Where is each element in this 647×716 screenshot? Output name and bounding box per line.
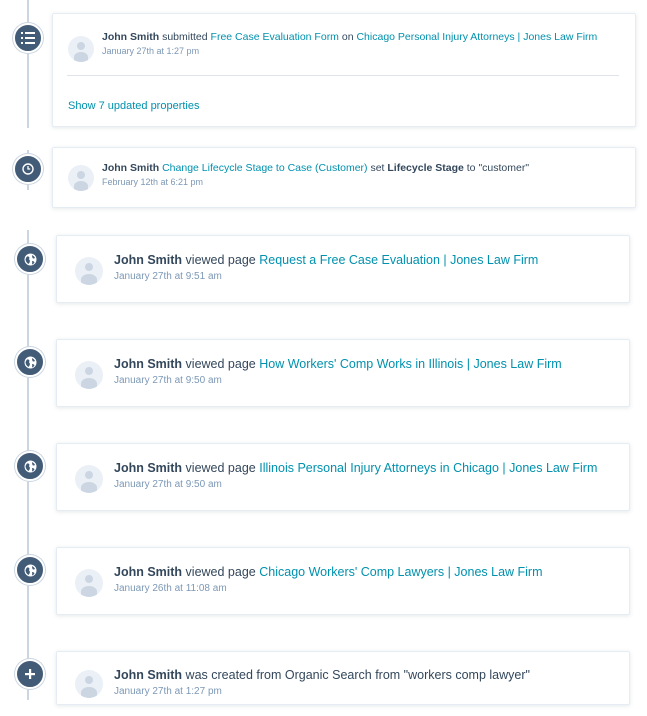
- avatar: [75, 257, 103, 285]
- actor-name: John Smith: [102, 31, 160, 43]
- event-verb: viewed page: [185, 357, 256, 371]
- avatar: [75, 465, 103, 493]
- event-line: John Smith viewed page Chicago Workers' …: [114, 565, 543, 579]
- clock-icon: [13, 154, 43, 184]
- event-line: John Smith was created from Organic Sear…: [114, 668, 530, 682]
- page-link[interactable]: Chicago Personal Injury Attorneys | Jone…: [356, 31, 597, 43]
- globe-icon: [15, 244, 45, 274]
- event-line: John Smith submitted Free Case Evaluatio…: [102, 31, 597, 43]
- event-verb: set: [370, 162, 385, 174]
- actor-name: John Smith: [114, 357, 183, 371]
- timeline-event-card: John Smith was created from Organic Sear…: [56, 651, 630, 705]
- form-icon: [13, 23, 43, 53]
- actor-name: John Smith: [114, 565, 183, 579]
- timeline-event-card: John Smith viewed page Chicago Workers' …: [56, 547, 630, 615]
- event-timestamp: January 27th at 9:50 am: [114, 375, 222, 386]
- actor-name: John Smith: [114, 461, 183, 475]
- event-verb: submitted: [162, 31, 208, 43]
- globe-icon: [15, 555, 45, 585]
- event-timestamp: January 27th at 9:51 am: [114, 271, 222, 282]
- event-timestamp: January 27th at 1:27 pm: [114, 686, 222, 697]
- event-timestamp: February 12th at 6:21 pm: [102, 177, 204, 187]
- event-timestamp: January 26th at 11:08 am: [114, 583, 227, 594]
- actor-name: John Smith: [114, 253, 183, 267]
- page-link[interactable]: How Workers' Comp Works in Illinois | Jo…: [259, 357, 561, 371]
- event-timestamp: January 27th at 1:27 pm: [102, 46, 200, 56]
- event-description: was created from Organic Search from "wo…: [185, 668, 530, 682]
- page-link[interactable]: Chicago Workers' Comp Lawyers | Jones La…: [259, 565, 542, 579]
- property-value: to "customer": [466, 162, 530, 174]
- event-line: John Smith Change Lifecycle Stage to Cas…: [102, 162, 529, 174]
- page-link[interactable]: Illinois Personal Injury Attorneys in Ch…: [259, 461, 597, 475]
- timeline-event-card: John Smith viewed page How Workers' Comp…: [56, 339, 630, 407]
- event-line: John Smith viewed page Request a Free Ca…: [114, 253, 538, 267]
- avatar: [68, 36, 94, 62]
- form-link[interactable]: Free Case Evaluation Form: [211, 31, 339, 43]
- page-link[interactable]: Request a Free Case Evaluation | Jones L…: [259, 253, 538, 267]
- timeline-event-card: John Smith Change Lifecycle Stage to Cas…: [52, 147, 636, 208]
- plus-icon: [15, 659, 45, 689]
- event-line: John Smith viewed page Illinois Personal…: [114, 461, 597, 475]
- event-timestamp: January 27th at 9:50 am: [114, 479, 222, 490]
- show-updated-properties-link[interactable]: Show 7 updated properties: [68, 100, 199, 112]
- event-verb: viewed page: [185, 461, 256, 475]
- actor-name: John Smith: [114, 668, 183, 682]
- avatar: [75, 569, 103, 597]
- event-connector: on: [341, 31, 354, 43]
- timeline-event-card: John Smith submitted Free Case Evaluatio…: [52, 13, 636, 127]
- timeline-event-card: John Smith viewed page Request a Free Ca…: [56, 235, 630, 303]
- workflow-action-link[interactable]: Change Lifecycle Stage to Case (Customer…: [162, 162, 367, 174]
- globe-icon: [15, 347, 45, 377]
- avatar: [75, 361, 103, 389]
- actor-name: John Smith: [102, 162, 160, 174]
- timeline-event-card: John Smith viewed page Illinois Personal…: [56, 443, 630, 511]
- event-verb: viewed page: [185, 565, 256, 579]
- event-line: John Smith viewed page How Workers' Comp…: [114, 357, 562, 371]
- event-verb: viewed page: [185, 253, 256, 267]
- globe-icon: [15, 451, 45, 481]
- divider: [67, 75, 619, 76]
- timeline-line: [27, 0, 29, 128]
- property-name: Lifecycle Stage: [387, 162, 464, 174]
- avatar: [68, 165, 94, 191]
- avatar: [75, 670, 103, 698]
